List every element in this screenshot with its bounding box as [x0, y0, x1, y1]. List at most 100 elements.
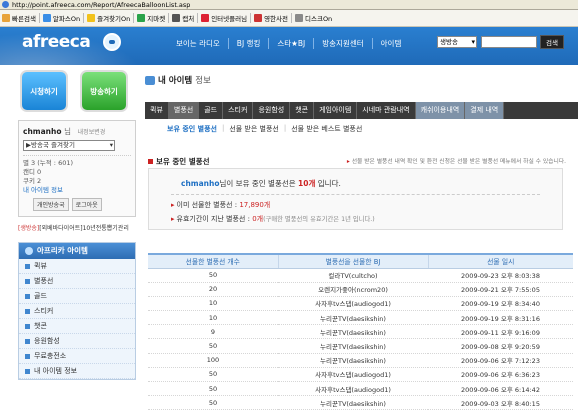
nav-support-center[interactable]: 방송지원센터	[313, 38, 371, 49]
item-tabs: 퀵뷰 별풍선 골드 스티커 응원함성 챗콘 게임아이템 시네마 관람내역 캐쉬이…	[145, 102, 578, 119]
address-url[interactable]: http://point.afreeca.com/Report/AfreecaB…	[12, 1, 190, 9]
summary-mid: 님이 보유 중인 별풍선은	[219, 179, 296, 188]
nav-star-bj[interactable]: 스타★BJ	[268, 38, 313, 49]
gifted-total-value: 17,890개	[239, 201, 271, 209]
stat-candy: 캔디 0	[23, 168, 42, 176]
site-logo[interactable]: afreeca	[22, 32, 91, 52]
top-nav: 보이는 라디오 BJ 랭킹 스타★BJ 방송지원센터 아이템	[168, 38, 409, 49]
tab-cheer[interactable]: 응원함성	[253, 102, 291, 119]
tab-quickview[interactable]: 퀵뷰	[145, 102, 169, 119]
bookmark-item[interactable]: 지마켓	[137, 13, 165, 23]
summary-end: 입니다.	[317, 179, 341, 188]
cell-bj-name[interactable]: 누리꾼TV(daesikshin)	[278, 395, 428, 411]
col-date-header: 선물 일시	[427, 253, 573, 269]
cell-bj-name[interactable]: 오렌지가좋아(ncrom20)	[278, 282, 428, 297]
item-menu-quickview[interactable]: 퀵뷰	[19, 259, 135, 274]
item-menu-gold[interactable]: 골드	[19, 289, 135, 304]
gifted-total: ▸ 이미 선물한 별풍선 : 17,890개	[171, 201, 271, 209]
stat-star: 별 3 (누적 : 601)	[23, 159, 74, 167]
section-title: 보유 중인 별풍선	[156, 157, 210, 166]
bookmark-item[interactable]: 빠른검색	[2, 13, 36, 23]
separator: |	[221, 124, 225, 132]
cell-bj-name[interactable]: 사자후tv스댑(audiogod1)	[278, 381, 428, 397]
nav-item[interactable]: 아이템	[371, 38, 410, 49]
separator	[168, 13, 170, 23]
bookmark-item[interactable]: 알파스On	[42, 13, 80, 23]
nav-radio[interactable]: 보이는 라디오	[168, 38, 228, 49]
separator	[38, 13, 40, 23]
table-body: 50 컬라TV(cultcho) 2009-09-23 오후 8:03:38 20 오렌…	[148, 268, 573, 411]
separator	[133, 13, 135, 23]
item-menu-my-item[interactable]: 내 아이템 정보	[19, 364, 135, 379]
item-menu-free-charge[interactable]: 무료충전소	[19, 349, 135, 364]
section-heading: 보유 중인 별풍선	[148, 156, 210, 167]
subtab-received[interactable]: 선물 받은 별풍선	[229, 124, 279, 134]
bullet-icon	[148, 159, 153, 164]
table-row: 10 사자후tv스댑(audiogod1) 2009-09-19 오후 8:34:4…	[148, 296, 573, 312]
item-menu-cheer[interactable]: 응원함성	[19, 334, 135, 349]
bookmark-icon	[42, 14, 51, 22]
search-input[interactable]	[481, 36, 537, 48]
search-button[interactable]: 검색	[540, 35, 564, 49]
address-bar[interactable]: http://point.afreeca.com/Report/AfreecaB…	[0, 0, 578, 10]
bullet-icon: ▸	[171, 201, 175, 209]
search-category-select[interactable]: 생방송	[437, 36, 477, 48]
bookmark-item[interactable]: 인터넷플러님	[201, 13, 247, 23]
my-station-button[interactable]: 개인방송국	[33, 198, 69, 211]
page-title-rest: 정보	[195, 76, 211, 86]
subtab-received-best[interactable]: 선물 받은 베스트 별풍선	[291, 124, 362, 134]
logout-button[interactable]: 로그아웃	[71, 198, 102, 211]
watch-button[interactable]: 시청하기	[20, 70, 68, 112]
tab-balloon[interactable]: 별풍선	[168, 102, 200, 119]
item-menu-chatcon[interactable]: 챗콘	[19, 319, 135, 334]
broadcast-button[interactable]: 방송하기	[80, 70, 128, 112]
cell-gift-date: 2009-09-21 오후 7:55:05	[428, 282, 573, 297]
balloon-summary: chmanho님이 보유 중인 별풍선은 10개 입니다. ▸ 이미 선물한 별풍…	[148, 168, 563, 230]
cell-bj-name[interactable]: 컬라TV(cultcho)	[278, 268, 428, 283]
favorites-select[interactable]: ▶방송국 즐겨찾기	[23, 140, 115, 151]
my-item-info-link[interactable]: 내 아이템 정보	[23, 186, 131, 195]
cell-gift-date: 2009-09-06 오후 6:36:23	[428, 367, 573, 383]
cell-balloon-count: 10	[148, 310, 278, 326]
item-menu-sticker[interactable]: 스티커	[19, 304, 135, 319]
tab-payment[interactable]: 결제 내역	[465, 102, 505, 119]
cell-bj-name[interactable]: 사자후tv스댑(audiogod1)	[278, 367, 428, 383]
cell-gift-date: 2009-09-11 오후 9:16:09	[428, 324, 573, 340]
cell-balloon-count: 50	[148, 367, 278, 383]
tab-cinema[interactable]: 시네마 관람내역	[357, 102, 416, 119]
stat-cookie: 쿠키 2	[23, 177, 42, 185]
cell-balloon-count: 50	[148, 268, 278, 283]
tab-cash-usage[interactable]: 캐쉬이용내역	[415, 102, 466, 119]
tab-sticker[interactable]: 스티커	[223, 102, 254, 119]
tab-game-item[interactable]: 게임아이템	[314, 102, 358, 119]
bookmark-item[interactable]: 캡처	[172, 13, 194, 23]
item-menu: 아프리카 아이템 퀵뷰 별풍선 골드 스티커 챗콘 응원함성 무료충전소 내 아…	[18, 242, 136, 380]
summary-username: chmanho	[181, 179, 220, 188]
table-row: 50 컬라TV(cultcho) 2009-09-23 오후 8:03:38	[148, 268, 573, 283]
nav-bj-ranking[interactable]: BJ 랭킹	[227, 38, 269, 49]
section-note: 선물 받은 별풍선 내역 확인 및 환전 신청은 선물 받은 별풍선 메뉴에서 …	[347, 156, 566, 165]
cell-bj-name[interactable]: 누리꾼TV(daesikshin)	[278, 324, 428, 340]
edit-profile-link[interactable]: 내정보변경	[78, 129, 106, 136]
tab-gold[interactable]: 골드	[199, 102, 224, 119]
separator: |	[283, 124, 287, 132]
subtab-owned[interactable]: 보유 중인 별풍선	[167, 124, 217, 134]
expiry-note: (구매한 별풍선의 유효기간은 1년 입니다.)	[263, 216, 375, 223]
item-menu-title: 아프리카 아이템	[19, 243, 135, 259]
cell-bj-name[interactable]: 누리꾼TV(daesikshin)	[278, 310, 428, 326]
item-menu-balloon[interactable]: 별풍선	[19, 274, 135, 289]
cell-gift-date: 2009-09-19 오후 8:34:40	[428, 296, 573, 312]
bookmark-item[interactable]: 디스크On	[295, 13, 332, 23]
bookmark-item[interactable]: 영한사전	[254, 13, 288, 23]
cell-bj-name[interactable]: 누리꾼TV(daesikshin)	[278, 353, 428, 368]
cell-bj-name[interactable]: 사자후tv스댑(audiogod1)	[278, 296, 428, 312]
cell-balloon-count: 50	[148, 395, 278, 411]
dictionary-icon	[254, 14, 263, 22]
cell-bj-name[interactable]: 누리꾼TV(daesikshin)	[278, 338, 428, 354]
bookmark-item[interactable]: 즐겨찾기On	[87, 13, 130, 23]
cell-balloon-count: 20	[148, 282, 278, 297]
star-icon	[87, 14, 96, 22]
promo-link[interactable]: [생방송][외베바다이어트]10년전통뽑기관리	[18, 223, 136, 232]
tab-chatcon[interactable]: 챗콘	[290, 102, 315, 119]
balloon-count: 10개	[298, 179, 316, 188]
